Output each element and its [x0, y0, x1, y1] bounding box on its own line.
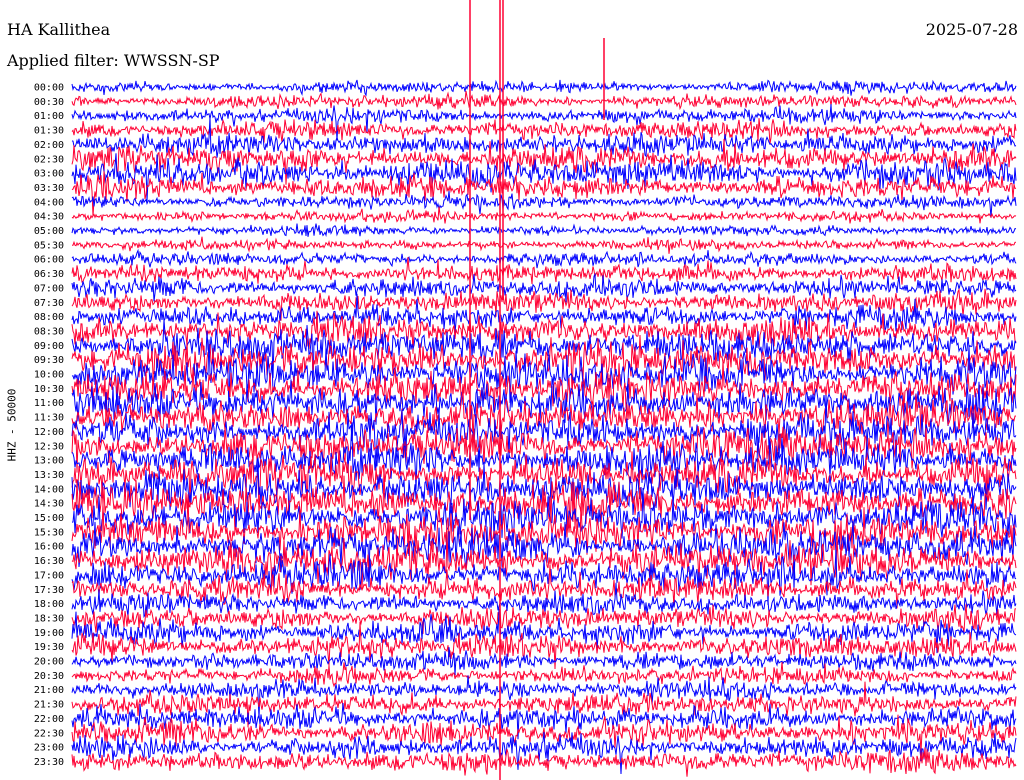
time-tick-label: 18:30	[34, 613, 64, 624]
time-tick-label: 22:00	[34, 714, 64, 725]
time-tick-label: 19:00	[34, 628, 64, 639]
trace-0530	[72, 236, 1017, 254]
time-tick-label: 01:30	[34, 126, 64, 137]
time-tick-label: 20:30	[34, 671, 64, 682]
time-tick-label: 06:00	[34, 255, 64, 266]
time-tick-label: 23:00	[34, 743, 64, 754]
time-tick-label: 12:30	[34, 441, 64, 452]
trace-2100	[71, 675, 1017, 719]
time-tick-label: 02:00	[34, 140, 64, 151]
seismogram-plot: 00:00 00:30 01:00 01:30 02:00 02:30 03:00 03:30…	[34, 0, 1017, 780]
time-tick-label: 11:30	[34, 413, 64, 424]
time-tick-label: 02:30	[34, 154, 64, 165]
trace-2300	[71, 731, 1017, 775]
time-tick-label: 08:30	[34, 326, 64, 337]
trace-0500	[71, 223, 1017, 238]
time-tick-label: 05:00	[34, 226, 64, 237]
time-tick-label: 12:00	[34, 427, 64, 438]
time-tick-label: 10:00	[34, 370, 64, 381]
time-tick-label: 15:00	[34, 513, 64, 524]
helicorder-screen: HA Kallithea 2025-07-28 Applied filter: …	[0, 0, 1024, 780]
time-tick-label: 17:00	[34, 570, 64, 581]
time-tick-label: 19:30	[34, 642, 64, 653]
time-tick-label: 01:00	[34, 111, 64, 122]
time-tick-label: 08:00	[34, 312, 64, 323]
trace-0430	[71, 206, 1017, 224]
time-tick-label: 14:30	[34, 499, 64, 510]
traces	[71, 0, 1017, 780]
time-tick-label: 13:00	[34, 456, 64, 467]
trace-2330	[71, 747, 1017, 777]
time-tick-label: 20:00	[34, 657, 64, 668]
time-tick-label: 17:30	[34, 585, 64, 596]
time-tick-label: 05:30	[34, 240, 64, 251]
trace-2030	[71, 662, 1017, 688]
time-tick-label: 00:30	[34, 97, 64, 108]
trace-0600	[71, 248, 1017, 269]
time-tick-label: 13:30	[34, 470, 64, 481]
time-tick-label: 04:00	[34, 197, 64, 208]
time-tick-label: 04:30	[34, 212, 64, 223]
time-tick-label: 15:30	[34, 527, 64, 538]
time-tick-label: 21:00	[34, 685, 64, 696]
time-tick-label: 18:00	[34, 599, 64, 610]
time-tick-label: 16:00	[34, 542, 64, 553]
time-tick-label: 03:00	[34, 169, 64, 180]
time-tick-label: 06:30	[34, 269, 64, 280]
time-tick-label: 07:00	[34, 283, 64, 294]
time-tick-label: 10:30	[34, 384, 64, 395]
time-tick-label: 00:00	[34, 83, 64, 94]
trace-0030	[71, 90, 1017, 111]
time-tick-label: 22:30	[34, 728, 64, 739]
time-tick-label: 09:00	[34, 341, 64, 352]
time-tick-label: 23:30	[34, 757, 64, 768]
time-tick-label: 16:30	[34, 556, 64, 567]
time-tick-label: 21:30	[34, 700, 64, 711]
trace-0100	[71, 104, 1017, 141]
time-tick-label: 09:30	[34, 355, 64, 366]
trace-0700	[71, 272, 1017, 303]
time-tick-label: 07:30	[34, 298, 64, 309]
trace-0000	[71, 79, 1017, 97]
time-tick-label: 03:30	[34, 183, 64, 194]
trace-0200	[71, 116, 1017, 158]
time-axis: 00:00 00:30 01:00 01:30 02:00 02:30 03:00 03:30…	[34, 83, 64, 768]
time-tick-label: 14:00	[34, 484, 64, 495]
time-tick-label: 11:00	[34, 398, 64, 409]
